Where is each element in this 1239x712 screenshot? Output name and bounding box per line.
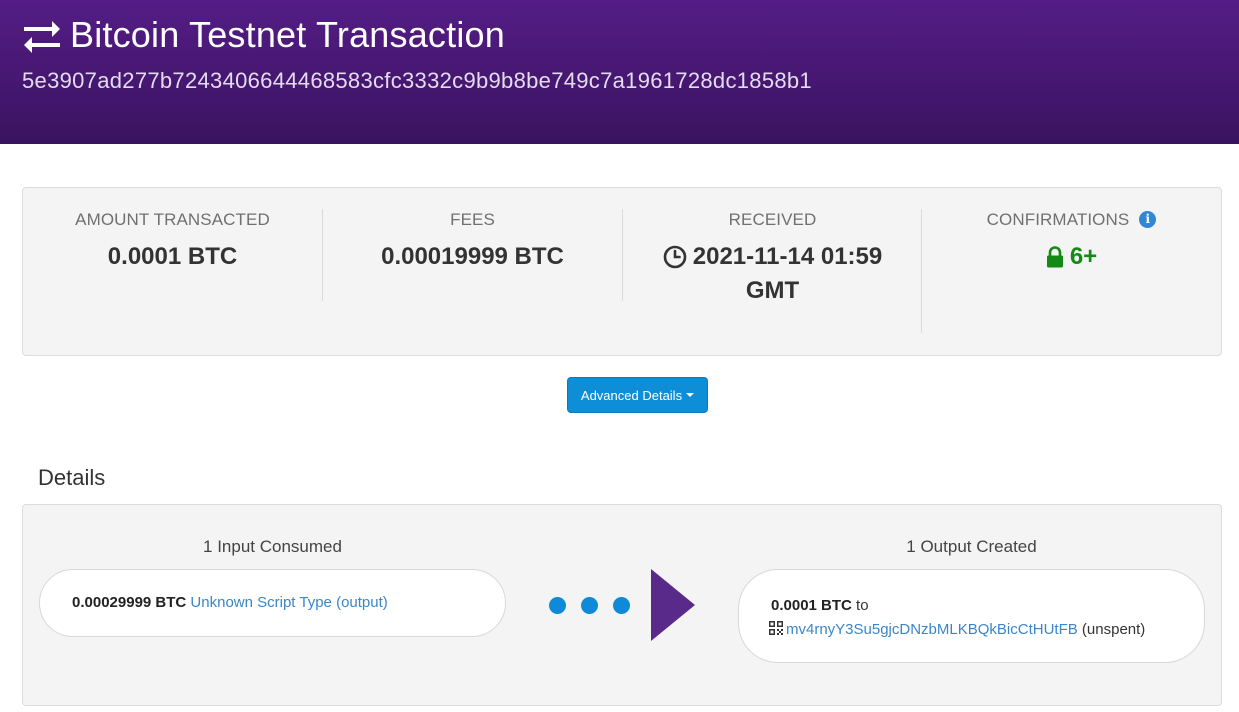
- amount-transacted-stat: AMOUNT TRANSACTED 0.0001 BTC: [23, 210, 322, 274]
- flow-dot: [549, 597, 566, 614]
- advanced-details-button[interactable]: Advanced Details: [567, 377, 708, 413]
- input-item: 0.00029999 BTC Unknown Script Type (outp…: [39, 569, 506, 637]
- received-stat: RECEIVED 2021-11-14 01:59 GMT: [623, 210, 922, 308]
- confirmations-value-row: 6+: [922, 240, 1221, 274]
- output-amount: 0.0001 BTC: [771, 597, 852, 614]
- clock-icon: [663, 245, 687, 269]
- page-title: Bitcoin Testnet Transaction: [70, 14, 505, 55]
- output-address-row: mv4rnyY3Su5gjcDNzbMLKBQkBicCtHUtFB (unsp…: [769, 618, 1204, 642]
- close-paren: ): [382, 594, 388, 611]
- details-panel: 1 Input Consumed 1 Output Created 0.0002…: [22, 504, 1222, 706]
- output-link[interactable]: (output): [336, 594, 388, 611]
- exchange-arrows-icon: [24, 21, 60, 53]
- flow-arrow-icon: [651, 569, 695, 641]
- transaction-summary-panel: AMOUNT TRANSACTED 0.0001 BTC FEES 0.0001…: [22, 187, 1222, 356]
- details-heading: Details: [38, 465, 106, 490]
- output-word: output: [341, 594, 383, 611]
- output-address-link[interactable]: mv4rnyY3Su5gjcDNzbMLKBQkBicCtHUtFB: [786, 621, 1078, 638]
- fees-label: FEES: [450, 210, 495, 229]
- qrcode-icon[interactable]: [769, 621, 783, 635]
- confirmations-stat: CONFIRMATIONS i 6+: [922, 210, 1221, 274]
- output-status: (unspent): [1081, 621, 1146, 638]
- received-datetime: 2021-11-14 01:59: [692, 243, 883, 270]
- lock-icon: [1046, 246, 1063, 268]
- outputs-title: 1 Output Created: [906, 537, 1037, 556]
- output-item: 0.0001 BTC to mv4rnyY3Su5gjcDNzbMLKBQkBi…: [738, 569, 1205, 663]
- page-header: Bitcoin Testnet Transaction 5e3907ad277b…: [0, 0, 1239, 144]
- amount-transacted-label: AMOUNT TRANSACTED: [75, 210, 270, 229]
- received-label: RECEIVED: [728, 210, 817, 229]
- script-type-link[interactable]: Unknown Script Type: [190, 594, 331, 611]
- advanced-details-label: Advanced Details: [580, 387, 683, 403]
- caret-down-icon: [686, 393, 695, 397]
- inputs-title: 1 Input Consumed: [203, 537, 342, 556]
- output-amount-row: 0.0001 BTC to: [771, 594, 1204, 618]
- output-to: to: [856, 597, 869, 614]
- header-title: Bitcoin Testnet Transaction: [22, 14, 505, 56]
- flow-dot: [581, 597, 598, 614]
- received-value: 2021-11-14 01:59 GMT: [623, 240, 922, 308]
- input-amount: 0.00029999 BTC: [72, 594, 187, 611]
- amount-transacted-value: 0.0001 BTC: [107, 243, 238, 270]
- fees-value: 0.00019999 BTC: [381, 243, 564, 270]
- confirmations-value: 6+: [1069, 243, 1098, 270]
- fees-stat: FEES 0.00019999 BTC: [323, 210, 622, 274]
- info-icon[interactable]: i: [1139, 211, 1157, 228]
- transaction-hash[interactable]: 5e3907ad277b7243406644468583cfc3332c9b9b…: [22, 68, 812, 94]
- flow-dot: [613, 597, 630, 614]
- confirmations-label-row: CONFIRMATIONS i: [922, 210, 1221, 230]
- received-timezone: GMT: [745, 277, 800, 304]
- confirmations-label: CONFIRMATIONS: [986, 210, 1130, 229]
